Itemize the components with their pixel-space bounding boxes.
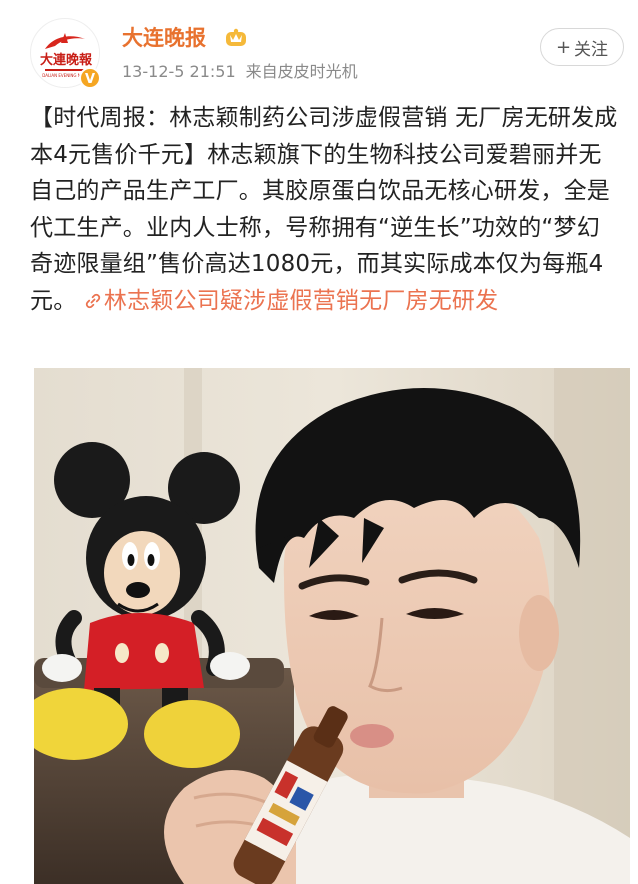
plus-icon: +: [555, 36, 572, 58]
avatar[interactable]: 大連晚報 DALIAN EVENING NEWS V: [30, 18, 101, 89]
account-name[interactable]: 大连晚报: [122, 24, 206, 52]
post-text: 【时代周报：林志颖制药公司涉虚假营销 无厂房无研发成本4元售价千元】林志颖旗下的…: [30, 100, 620, 319]
post-header: 大連晚報 DALIAN EVENING NEWS V 大连晚报 13-12-5 …: [0, 0, 638, 96]
post-photo[interactable]: [34, 368, 630, 884]
vip-crown-icon[interactable]: [225, 28, 247, 48]
follow-button[interactable]: + 关注: [540, 28, 624, 66]
article-link[interactable]: 林志颖公司疑涉虚假营销无厂房无研发: [84, 288, 498, 314]
verified-badge-icon: V: [79, 67, 101, 89]
svg-text:大連晚報: 大連晚報: [40, 52, 93, 68]
post-timestamp: 13-12-5 21:51: [122, 62, 236, 81]
post-meta: 13-12-5 21:51 来自皮皮时光机: [122, 62, 358, 82]
post-source[interactable]: 来自皮皮时光机: [246, 62, 358, 81]
follow-label: 关注: [574, 39, 609, 60]
article-link-text: 林志颖公司疑涉虚假营销无厂房无研发: [103, 287, 499, 314]
svg-text:V: V: [85, 72, 95, 87]
link-icon: [84, 292, 102, 310]
weibo-post: 大連晚報 DALIAN EVENING NEWS V 大连晚报 13-12-5 …: [0, 0, 638, 884]
